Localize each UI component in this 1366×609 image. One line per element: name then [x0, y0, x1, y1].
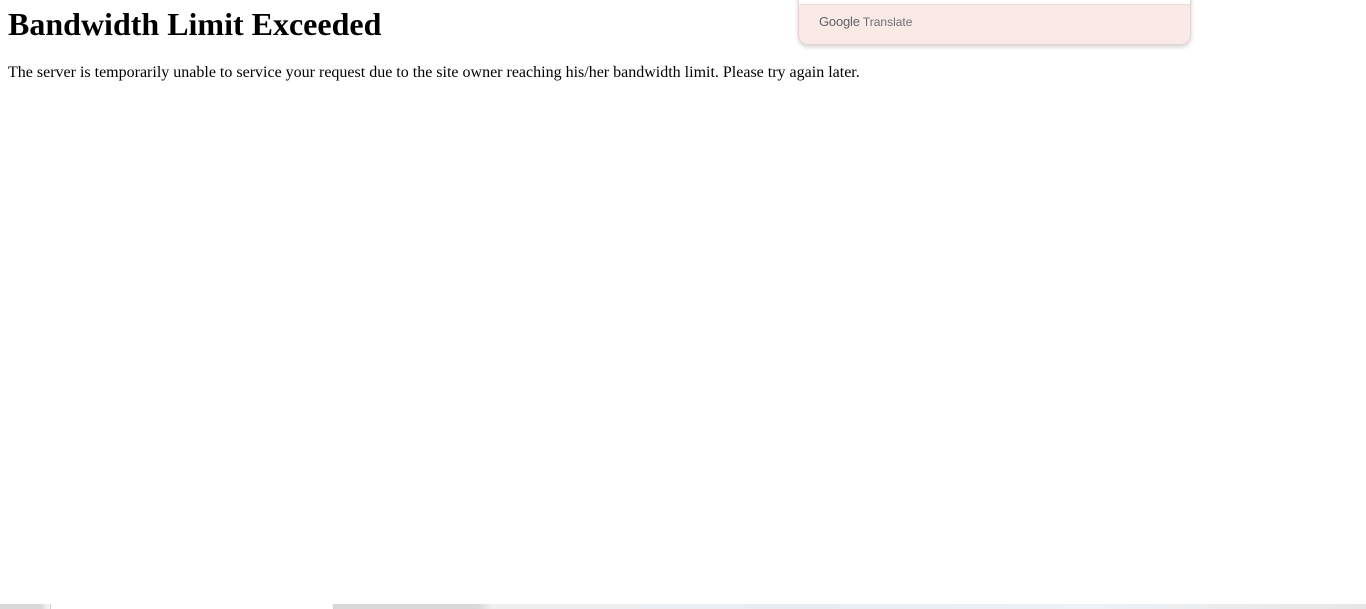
translate-label: Translate — [862, 15, 913, 29]
error-page: Bandwidth Limit Exceeded The server is t… — [0, 0, 1366, 609]
horizontal-scrollbar-thumb[interactable] — [50, 604, 334, 609]
google-translate-widget[interactable]: Google Translate — [798, 0, 1191, 45]
google-translate-attribution[interactable]: Google Translate — [819, 14, 913, 30]
page-title: Bandwidth Limit Exceeded — [8, 6, 382, 42]
google-logo-text: Google — [819, 14, 860, 29]
error-message: The server is temporarily unable to serv… — [8, 64, 860, 81]
translate-widget-content — [799, 0, 1190, 5]
